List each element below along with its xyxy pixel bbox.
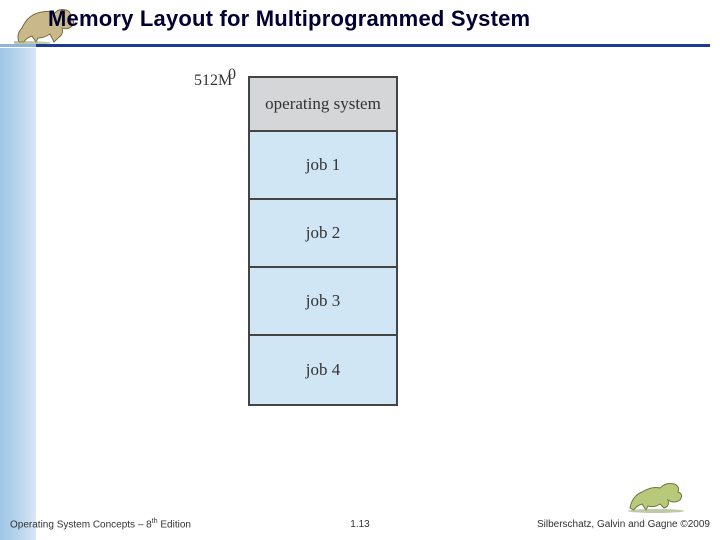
left-stripe (0, 48, 36, 540)
slide-footer: Operating System Concepts – 8th Edition … (10, 514, 710, 534)
title-underline-accent (0, 44, 36, 47)
slide: Memory Layout for Multiprogrammed System… (0, 0, 720, 540)
footer-left: Operating System Concepts – 8th Edition (10, 518, 191, 530)
footer-right: Silberschatz, Galvin and Gagne ©2009 (537, 519, 710, 530)
memory-row-job1: job 1 (250, 132, 396, 200)
memory-row-job4: job 4 (250, 336, 396, 404)
title-underline (0, 44, 710, 47)
address-bottom-label: 512M (194, 72, 232, 90)
memory-row-job2: job 2 (250, 200, 396, 268)
slide-title: Memory Layout for Multiprogrammed System (48, 6, 710, 32)
memory-row-os: operating system (250, 78, 396, 132)
slide-content: 0 operating system job 1 job 2 job 3 job… (36, 60, 720, 500)
slide-title-wrap: Memory Layout for Multiprogrammed System (48, 6, 710, 32)
footer-left-text-b: Edition (158, 519, 191, 530)
dinosaur-icon (626, 474, 692, 514)
footer-left-text-a: Operating System Concepts – 8 (10, 519, 152, 530)
memory-table: operating system job 1 job 2 job 3 job 4 (248, 76, 398, 406)
footer-page-number: 1.13 (350, 519, 369, 530)
memory-row-job3: job 3 (250, 268, 396, 336)
